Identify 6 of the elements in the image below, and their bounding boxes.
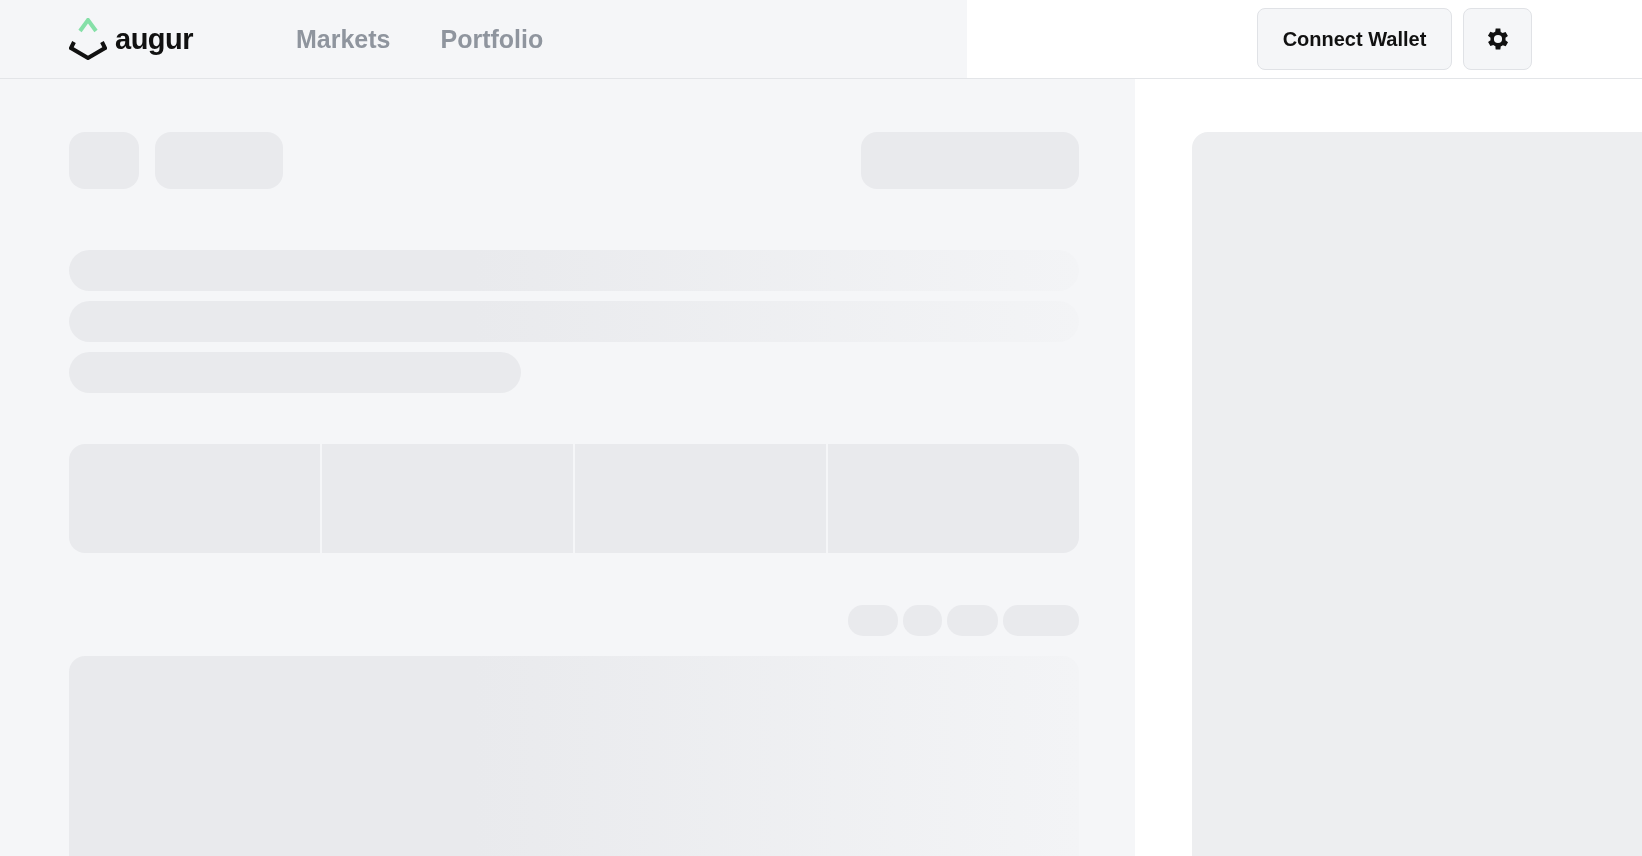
nav-link[interactable]: Portfolio [440,24,544,54]
logo-text: augur [115,22,194,56]
connect-wallet-button[interactable]: Connect Wallet [1257,8,1452,70]
settings-button[interactable] [1463,8,1532,70]
nav-link[interactable]: Markets [296,24,391,54]
logo-icon [69,18,107,60]
